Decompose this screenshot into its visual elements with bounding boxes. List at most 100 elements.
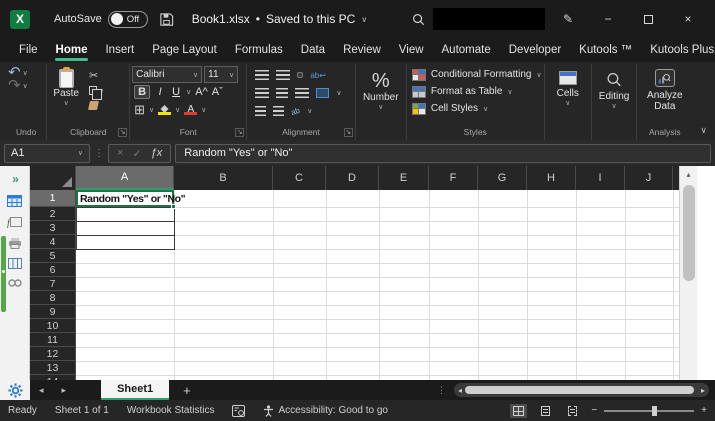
tab-file[interactable]: File (10, 40, 47, 61)
horizontal-scrollbar[interactable]: ◂ ▸ (454, 383, 709, 397)
tab-developer[interactable]: Developer (500, 40, 570, 61)
active-cell-a1[interactable]: Random "Yes" or "No" (76, 190, 186, 207)
tab-kutools[interactable]: Kutools ™ (570, 40, 641, 61)
row-header-4[interactable]: 4 (30, 235, 76, 249)
close-button[interactable]: × (671, 6, 705, 32)
horizontal-scroll-thumb[interactable] (465, 386, 694, 394)
tab-data[interactable]: Data (292, 40, 334, 61)
name-box[interactable]: A1 ∨ (4, 143, 90, 163)
cell-a4[interactable] (76, 235, 175, 250)
borders-button[interactable]: ⊞ (134, 102, 145, 118)
decrease-indent-button[interactable] (255, 106, 267, 116)
insert-function-button[interactable]: ƒx (151, 147, 163, 159)
font-color-button[interactable]: A (184, 104, 198, 115)
search-icon[interactable] (409, 10, 427, 28)
tab-page-layout[interactable]: Page Layout (143, 40, 226, 61)
minimize-button[interactable]: − (591, 6, 625, 32)
tab-formulas[interactable]: Formulas (226, 40, 292, 61)
cell-styles-button[interactable]: Cell Styles ∨ (409, 100, 542, 117)
kutools-settings-button[interactable] (0, 380, 30, 400)
font-dialog-launcher[interactable]: ↘ (235, 128, 245, 137)
tab-view[interactable]: View (390, 40, 433, 61)
tab-insert[interactable]: Insert (96, 40, 143, 61)
column-header-d[interactable]: D (326, 166, 379, 190)
autosave-control[interactable]: AutoSave Off (54, 10, 148, 28)
sidebar-pane-handle[interactable] (1, 236, 6, 312)
macro-record-button[interactable] (232, 404, 246, 417)
cell-a3[interactable] (76, 221, 175, 236)
scroll-right-icon[interactable]: ▸ (701, 386, 705, 395)
row-header-8[interactable]: 8 (30, 291, 76, 305)
sidebar-find-icon[interactable] (6, 278, 23, 288)
middle-align-button[interactable] (276, 70, 291, 80)
row-header-5[interactable]: 5 (30, 249, 76, 263)
scroll-left-icon[interactable]: ◂ (458, 386, 462, 395)
increase-indent-button[interactable] (273, 106, 285, 116)
align-center-button[interactable] (276, 88, 289, 98)
collapse-ribbon-button[interactable]: ∨ (692, 125, 715, 140)
zoom-slider-thumb[interactable] (652, 405, 658, 416)
row-header-3[interactable]: 3 (30, 221, 76, 235)
cut-button[interactable]: ✂ (89, 69, 104, 82)
wrap-text-button[interactable]: ab↩ (310, 71, 326, 80)
column-header-c[interactable]: C (273, 166, 326, 190)
sidebar-columns-icon[interactable] (6, 258, 23, 269)
bottom-align-button[interactable] (297, 72, 304, 78)
enter-button[interactable]: ✓ (132, 147, 141, 160)
fill-color-dropdown[interactable]: ∨ (175, 106, 180, 114)
cells-area[interactable]: Random "Yes" or "No" (76, 190, 697, 380)
accessibility-status[interactable]: Accessibility: Good to go (263, 404, 388, 417)
fill-color-button[interactable] (158, 105, 172, 115)
group-number[interactable]: % Number ∨ (356, 64, 407, 140)
column-header-j[interactable]: J (625, 166, 673, 190)
tab-review[interactable]: Review (334, 40, 390, 61)
row-header-10[interactable]: 10 (30, 319, 76, 333)
row-header-7[interactable]: 7 (30, 277, 76, 291)
user-account-redacted[interactable] (433, 8, 545, 30)
row-header-12[interactable]: 12 (30, 347, 76, 361)
formula-input[interactable]: Random "Yes" or "No" (175, 143, 711, 163)
cell-a2[interactable] (76, 207, 175, 222)
alignment-dialog-launcher[interactable]: ↘ (343, 128, 353, 137)
column-header-g[interactable]: G (478, 166, 527, 190)
row-header-9[interactable]: 9 (30, 305, 76, 319)
format-as-table-button[interactable]: Format as Table ∨ (409, 83, 542, 100)
top-align-button[interactable] (255, 70, 270, 80)
prev-sheet-button[interactable]: ◂ (30, 385, 53, 396)
maximize-button[interactable] (631, 6, 665, 32)
borders-dropdown[interactable]: ∨ (149, 106, 154, 114)
scroll-up-icon[interactable]: ▴ (680, 166, 697, 183)
merge-dropdown[interactable]: ∨ (336, 89, 341, 97)
format-painter-button[interactable] (88, 99, 104, 112)
clipboard-dialog-launcher[interactable]: ↘ (118, 128, 128, 137)
redo-button[interactable]: ↷ ∨ (8, 78, 44, 93)
conditional-formatting-button[interactable]: Conditional Formatting ∨ (409, 66, 542, 83)
column-header-b[interactable]: B (174, 166, 273, 190)
row-header-11[interactable]: 11 (30, 333, 76, 347)
group-editing[interactable]: Editing ∨ (592, 64, 638, 140)
tabbar-splitter[interactable]: ⋮ (437, 385, 454, 396)
paste-button[interactable]: Paste ∨ (49, 66, 83, 112)
normal-view-button[interactable] (510, 403, 528, 418)
tab-automate[interactable]: Automate (433, 40, 500, 61)
font-size-select[interactable]: 11 ∨ (204, 66, 239, 83)
italic-button[interactable]: I (154, 86, 166, 98)
new-sheet-button[interactable]: + (169, 383, 205, 398)
cancel-button[interactable]: × (117, 147, 123, 159)
row-header-1[interactable]: 1 (30, 190, 76, 207)
zoom-out-button[interactable]: − (591, 405, 597, 416)
align-left-button[interactable] (255, 88, 270, 98)
analyze-data-button[interactable]: Analyze Data (647, 90, 683, 112)
underline-button[interactable]: U (170, 86, 182, 98)
grow-font-button[interactable]: A^ (195, 86, 208, 98)
select-all-button[interactable] (30, 166, 76, 190)
zoom-slider[interactable] (604, 405, 695, 416)
document-title[interactable]: Book1.xlsx • Saved to this PC ∨ (192, 12, 367, 26)
align-right-button[interactable] (295, 88, 310, 98)
font-name-select[interactable]: Calibri ∨ (132, 66, 203, 83)
workbook-statistics-button[interactable]: Workbook Statistics (127, 405, 215, 416)
sidebar-expand-icon[interactable]: » (6, 172, 23, 186)
excel-logo-icon[interactable]: X (10, 9, 30, 29)
row-header-6[interactable]: 6 (30, 263, 76, 277)
shrink-font-button[interactable]: Aˇ (212, 86, 223, 98)
